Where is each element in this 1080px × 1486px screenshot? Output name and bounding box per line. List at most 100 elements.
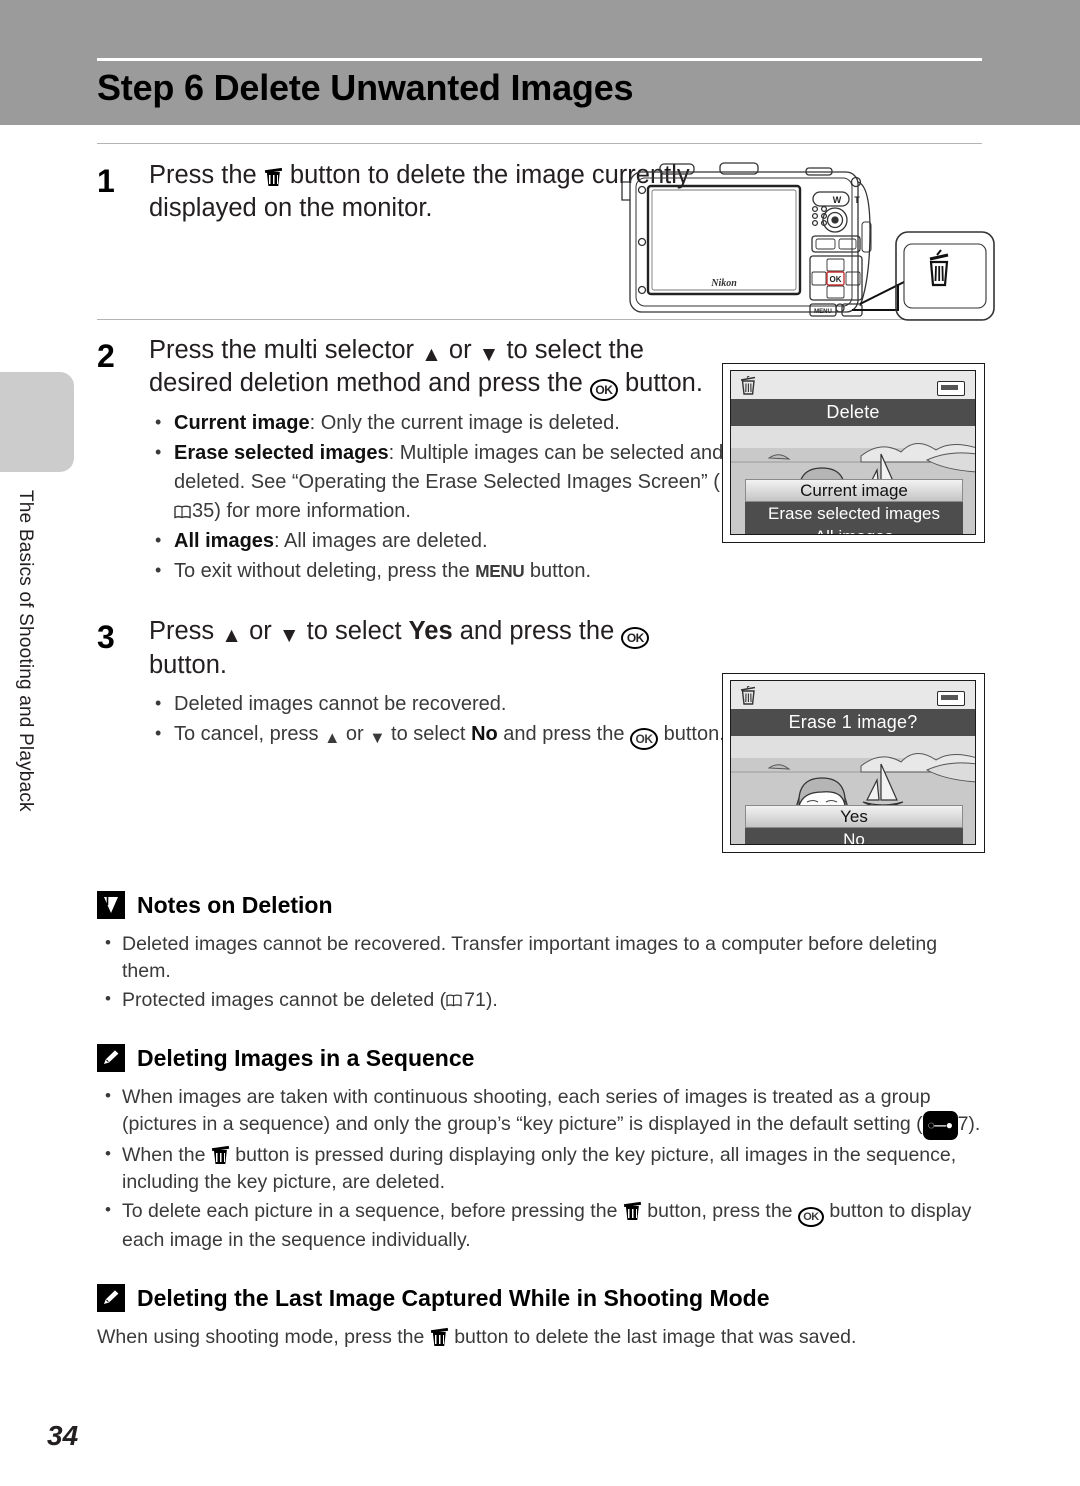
bullet-cancel-no-label: No [471,723,498,745]
bullet-exit-menu-a: To exit without deleting, press the [174,560,476,582]
ok-button-icon: OK [621,627,650,649]
svg-text:OK: OK [830,275,842,284]
step-1-number: 1 [97,163,115,199]
step-3-text-e: button. [149,651,227,679]
step-2-text: Press the multi selector or to select th… [149,334,734,401]
step-2-text-b: or [441,336,479,364]
bullet-exit-menu-b: button. [524,560,592,582]
step-1-divider [97,143,982,144]
lcd-title-confirm: Erase 1 image? [731,709,975,736]
lcd-inner-confirm: Erase 1 image? Yes No [730,680,976,845]
arrow-down-icon [479,341,500,367]
step-2-number: 2 [97,338,115,374]
lcd-inner-delete: Delete Current image Erase selected imag… [730,370,976,535]
notes-on-deletion-header: Notes on Deletion [97,891,987,919]
bullet-cancel: To cancel, press or to select No and pre… [149,719,739,750]
trash-icon [623,1201,641,1220]
lcd-option-no[interactable]: No [745,828,963,844]
seq-bullet-keypicture-a: When the [122,1144,211,1166]
notes-lastimage-header: Deleting the Last Image Captured While i… [97,1284,987,1312]
lcd-option-erase-selected-images[interactable]: Erase selected images [745,502,963,525]
bullet-cancel-c: to select [385,723,472,745]
chapter-tab-label: The Basics of Shooting and Playback [15,490,36,812]
battery-icon [937,691,965,706]
notes-sequence-body: When images are taken with continuous sh… [97,1082,987,1254]
bullet-current-image: Current image: Only the current image is… [149,408,734,438]
page-number: 34 [47,1420,79,1451]
step-3-text-b: or [241,617,279,645]
step-2-text-d: button. [617,369,703,397]
trash-icon [264,167,282,186]
note-bullet-protected-a: Protected images cannot be deleted ( [122,989,447,1011]
arrow-up-icon [221,622,242,648]
step-3-text: Press or to select Yes and press the OK … [149,615,734,682]
lastimage-text-b: button to delete the last image that was… [448,1326,857,1348]
arrow-down-icon [369,727,385,747]
bullet-cancel-b: or [340,723,370,745]
step-3-number: 3 [97,619,115,655]
caution-icon [97,891,125,919]
notes-sequence-section: Deleting Images in a Sequence When image… [97,1044,987,1254]
note-bullet-protected-b: ). [485,989,498,1011]
svg-text:W: W [833,195,842,205]
lcd-option-all-images[interactable]: All images [745,525,963,534]
seq-bullet-group-b: ). [968,1113,981,1135]
note-pencil-icon [97,1284,125,1312]
lcd-option-current-image[interactable]: Current image [745,479,963,502]
ok-button-icon: OK [589,379,618,401]
step-2-text-a: Press the multi selector [149,336,422,364]
note-bullet-cannot-recover: Deleted images cannot be recovered. Tran… [97,929,982,985]
bullet-exit-menu: To exit without deleting, press the MENU… [149,556,734,586]
page-header-band: Step 6 Delete Unwanted Images [0,0,1080,125]
seq-bullet-individual-a: To delete each picture in a sequence, be… [122,1200,623,1222]
trash-icon [211,1145,230,1164]
book-reference-icon [446,994,463,1008]
bullet-all-images-label: All images [174,530,275,552]
seq-bullet-individual: To delete each picture in a sequence, be… [97,1196,1000,1254]
note-pencil-icon [97,1044,125,1072]
extended-reference-icon: ◌—● [922,1111,958,1140]
lcd-menu-confirm-options[interactable]: Yes No [745,805,963,844]
step-3-yes-label: Yes [408,617,453,645]
lcd-option-yes[interactable]: Yes [745,805,963,828]
bullet-erase-selected-pageref: 35 [192,500,215,522]
book-reference-icon [174,505,191,519]
lcd-screenshot-delete-menu: Delete Current image Erase selected imag… [722,363,985,543]
page-title: Step 6 Delete Unwanted Images [97,67,634,108]
bullet-current-image-desc: : Only the current image is deleted. [309,412,620,434]
bullet-cancel-d: and press the [497,723,631,745]
menu-button-icon: MENU [475,561,525,581]
step-1-text-a: Press the [149,161,264,189]
seq-bullet-group-ref: 7 [957,1113,969,1135]
notes-lastimage-section: Deleting the Last Image Captured While i… [97,1284,987,1351]
battery-icon [937,381,965,396]
notes-sequence-header: Deleting Images in a Sequence [97,1044,987,1072]
note-bullet-protected: Protected images cannot be deleted ( 71). [97,985,987,1014]
lastimage-text-a: When using shooting mode, press the [97,1326,430,1348]
lcd-screenshot-erase-confirm: Erase 1 image? Yes No [722,673,985,853]
trash-icon [740,684,758,706]
bullet-erase-selected: Erase selected images: Multiple images c… [149,438,734,526]
note-bullet-protected-pageref: 71 [464,989,486,1011]
notes-on-deletion-section: Notes on Deletion Deleted images cannot … [97,891,987,1014]
notes-lastimage-title: Deleting the Last Image Captured While i… [137,1284,770,1311]
step-3-text-a: Press [149,617,222,645]
arrow-up-icon [324,727,340,747]
svg-text:T: T [854,195,860,205]
notes-on-deletion-body: Deleted images cannot be recovered. Tran… [97,929,987,1014]
lcd-menu-delete-options[interactable]: Current image Erase selected images All … [745,479,963,534]
seq-bullet-group: When images are taken with continuous sh… [97,1082,1000,1140]
seq-bullet-individual-b: button, press the [641,1200,798,1222]
bullet-cancel-a: To cancel, press [174,723,325,745]
trash-icon [430,1327,448,1346]
ok-button-icon: OK [630,728,659,750]
seq-bullet-keypicture-b: button is pressed during displaying only… [122,1144,957,1193]
arrow-down-icon [279,622,300,648]
camera-rear-illustration: W T OK MENU Nikon [608,160,998,335]
header-divider-rule [97,58,982,61]
bullet-current-image-label: Current image [174,412,310,434]
bullet-erase-selected-desc2: ) for more information. [214,500,411,522]
notes-sequence-title: Deleting Images in a Sequence [137,1044,475,1071]
bullet-cancel-e: button. [658,723,725,745]
ok-button-icon: OK [797,1207,824,1227]
